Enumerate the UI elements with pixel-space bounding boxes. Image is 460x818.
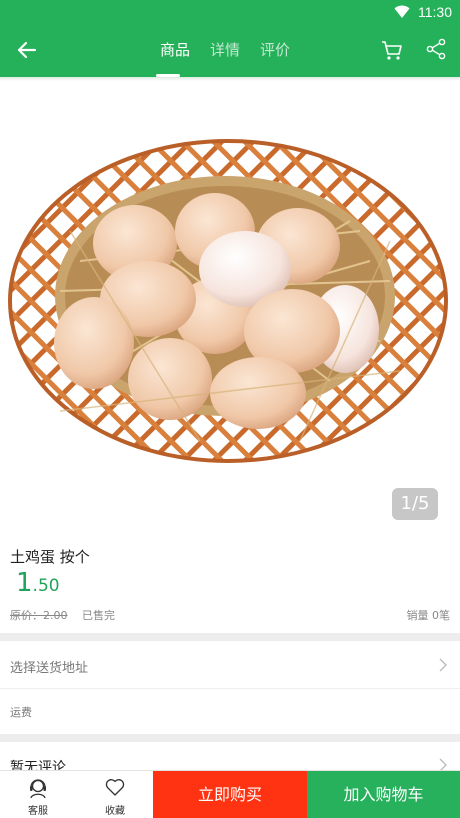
header-tabs: 商品 详情 评价 bbox=[150, 24, 300, 77]
original-price-value: 2.00 bbox=[43, 609, 68, 622]
sales-count: 销量 0笔 bbox=[406, 609, 451, 622]
freight-label: 运费 bbox=[10, 706, 32, 719]
back-arrow-icon[interactable] bbox=[14, 37, 40, 63]
egg-basket-image bbox=[8, 139, 448, 463]
original-price-label: 原价： bbox=[10, 609, 43, 622]
chevron-right-icon bbox=[439, 658, 447, 672]
customer-service-label: 客服 bbox=[28, 806, 48, 817]
add-to-cart-button[interactable]: 加入购物车 bbox=[307, 771, 460, 818]
share-icon[interactable] bbox=[425, 38, 447, 60]
section-gap bbox=[0, 734, 460, 742]
tab-reviews[interactable]: 评价 bbox=[250, 24, 300, 77]
favorite-button[interactable]: 收藏 bbox=[77, 771, 153, 818]
delivery-address-row[interactable]: 选择送货地址 bbox=[0, 641, 460, 688]
app-header: 商品 详情 评价 bbox=[0, 24, 460, 77]
wifi-icon bbox=[394, 5, 410, 18]
tab-goods[interactable]: 商品 bbox=[150, 24, 200, 77]
status-time: 11:30 bbox=[418, 4, 452, 20]
heart-icon bbox=[105, 779, 125, 796]
price-decimal: .50 bbox=[32, 576, 60, 596]
product-image-gallery[interactable]: 1/5 bbox=[0, 81, 460, 531]
tab-details[interactable]: 详情 bbox=[200, 24, 250, 77]
product-title: 土鸡蛋 按个 bbox=[10, 548, 90, 566]
product-price: 1.50 bbox=[16, 568, 60, 598]
cart-icon[interactable] bbox=[380, 38, 404, 62]
freight-row: 运费 bbox=[0, 689, 460, 734]
original-price: 原价：2.00 bbox=[10, 607, 68, 623]
delivery-address-label: 选择送货地址 bbox=[10, 661, 89, 676]
reviews-row[interactable]: 暂无评论 bbox=[0, 742, 460, 776]
customer-service-button[interactable]: 客服 bbox=[0, 771, 76, 818]
status-bar: 11:30 bbox=[0, 0, 460, 24]
favorite-label: 收藏 bbox=[105, 806, 125, 817]
buy-now-button[interactable]: 立即购买 bbox=[153, 771, 307, 818]
section-gap bbox=[0, 633, 460, 641]
stock-status: 已售完 bbox=[82, 609, 115, 622]
headset-icon bbox=[30, 779, 46, 799]
bottom-action-bar: 客服 收藏 立即购买 加入购物车 bbox=[0, 770, 460, 818]
price-integer: 1 bbox=[16, 568, 33, 598]
image-counter: 1/5 bbox=[392, 488, 438, 520]
